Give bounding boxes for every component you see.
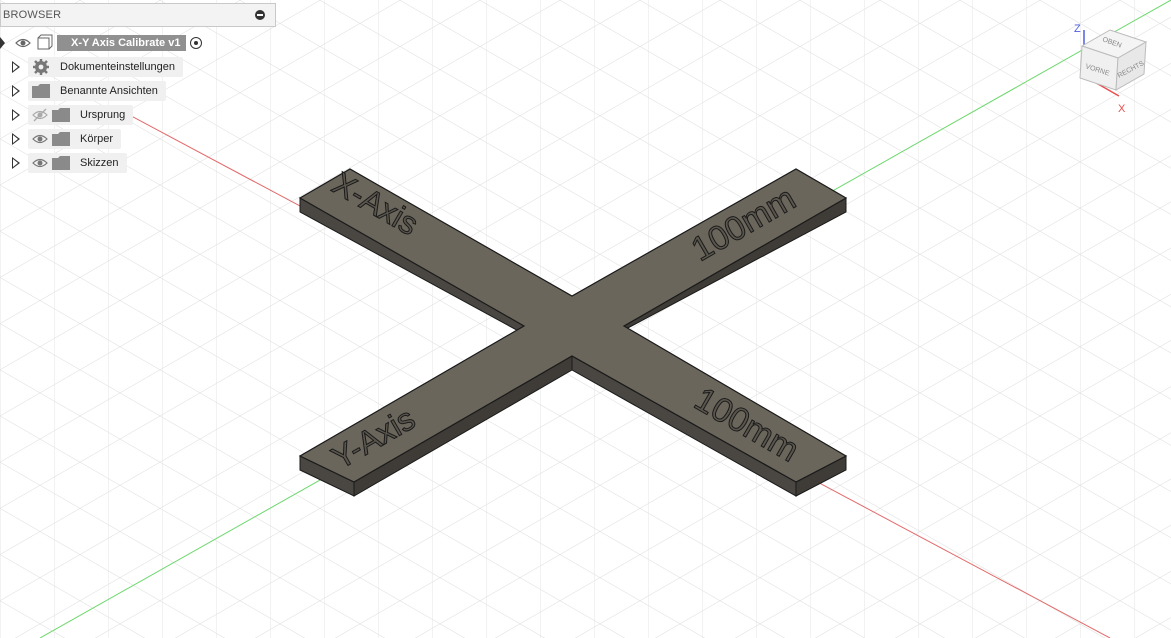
browser-item-label: Dokumenteinstellungen [60,61,175,73]
eye-hidden-icon[interactable] [32,107,48,123]
browser-item-label: Skizzen [80,157,119,169]
expand-root-icon[interactable] [0,37,5,49]
expand-icon[interactable] [12,157,20,169]
activate-component-icon[interactable] [190,37,203,49]
root-component-label[interactable]: X-Y Axis Calibrate v1 [57,35,187,51]
folder-icon [32,84,50,98]
viewcube-x-label: X [1118,103,1126,115]
expand-icon[interactable] [12,85,20,97]
browser-item-label: Ursprung [80,109,126,121]
folder-icon [52,108,70,122]
gear-icon [33,59,49,75]
viewcube[interactable]: OBEN VORNE RECHTS Z X [1064,18,1164,118]
viewport-canvas[interactable]: X-Axis Y-Axis 100mm 100mm [0,0,1171,638]
eye-icon[interactable] [15,35,31,51]
eye-icon[interactable] [32,155,48,171]
folder-icon [52,156,70,170]
folder-icon [52,132,70,146]
browser-item-ursprung[interactable]: Ursprung [12,105,134,125]
browser-panel-header[interactable]: BROWSER [0,3,276,27]
expand-icon[interactable] [12,109,20,121]
browser-item-benannte-ansichten[interactable]: Benannte Ansichten [12,81,166,101]
3d-viewport[interactable]: X-Axis Y-Axis 100mm 100mm [0,0,1171,638]
browser-item-label: Benannte Ansichten [60,85,158,97]
browser-title: BROWSER [3,9,62,21]
viewcube-z-label: Z [1074,23,1081,35]
expand-icon[interactable] [12,61,20,73]
browser-root-item[interactable]: X-Y Axis Calibrate v1 [0,33,203,53]
browser-item-koerper[interactable]: Körper [12,129,122,149]
eye-icon[interactable] [32,131,48,147]
component-icon [37,34,53,50]
expand-icon[interactable] [12,133,20,145]
browser-item-dokumenteinstellungen[interactable]: Dokumenteinstellungen [12,57,183,77]
collapse-icon[interactable] [255,10,265,20]
browser-item-label: Körper [80,133,114,145]
browser-item-skizzen[interactable]: Skizzen [12,153,127,173]
